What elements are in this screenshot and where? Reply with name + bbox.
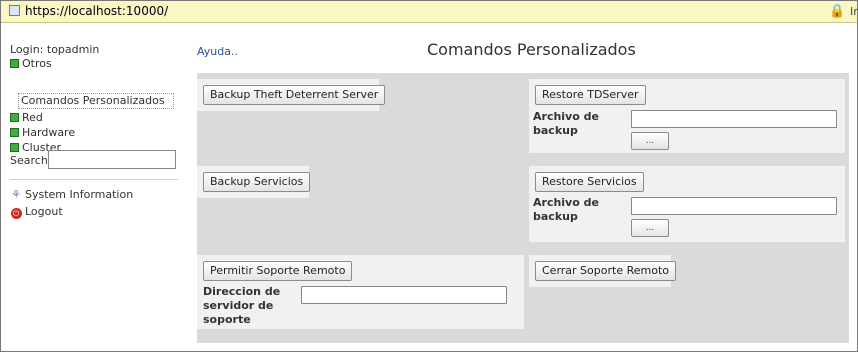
help-link[interactable]: Ayuda.. <box>197 45 238 58</box>
tree-item-label[interactable]: Red <box>22 111 43 124</box>
backup-servicios-button[interactable]: Backup Servicios <box>203 172 311 192</box>
sidebar-divider <box>10 179 178 180</box>
server-address-label: Direccion de servidor de soporte <box>203 285 281 326</box>
browse-button[interactable]: ... <box>631 219 669 237</box>
expand-toggle-icon[interactable] <box>10 113 19 122</box>
archivo-backup-input[interactable] <box>631 197 837 215</box>
logout-label[interactable]: Logout <box>25 205 63 218</box>
site-icon <box>9 5 20 16</box>
backup-servicios-panel: Backup Servicios <box>197 166 311 198</box>
login-text: Login: topadmin <box>10 43 100 56</box>
permitir-soporte-remoto-button[interactable]: Permitir Soporte Remoto <box>203 261 353 281</box>
tree-item-label[interactable]: Otros <box>22 57 52 70</box>
search-label: Search: <box>10 154 52 167</box>
lock-icon[interactable]: 🔒 <box>829 4 845 19</box>
search-input[interactable] <box>48 150 176 169</box>
archivo-backup-label: Archivo de backup <box>533 110 599 137</box>
archivo-backup-label: Archivo de backup <box>533 196 599 223</box>
archivo-backup-input[interactable] <box>631 110 837 128</box>
restore-servicios-button[interactable]: Restore Servicios <box>535 172 644 192</box>
logout-icon: ⏻ <box>10 205 22 219</box>
logout-link[interactable]: ⏻ Logout <box>10 205 63 219</box>
browse-button[interactable]: ... <box>631 132 669 150</box>
browser-window: https://localhost:10000/ 🔒 Ir Login: top… <box>0 0 858 352</box>
tree-item-label[interactable]: Hardware <box>22 126 75 139</box>
system-information-icon: ⚘ <box>11 188 21 201</box>
expand-toggle-icon[interactable] <box>10 59 19 68</box>
url-text[interactable]: https://localhost:10000/ <box>25 4 168 18</box>
system-information-link[interactable]: ⚘ System Information <box>10 188 133 201</box>
system-information-label[interactable]: System Information <box>25 188 133 201</box>
expand-toggle-icon[interactable] <box>10 143 19 152</box>
tree-item-hardware[interactable]: Hardware <box>10 126 75 140</box>
cerrar-soporte-remoto-button[interactable]: Cerrar Soporte Remoto <box>535 261 676 281</box>
backup-theft-deterrent-server-button[interactable]: Backup Theft Deterrent Server <box>203 85 386 105</box>
restore-servicios-panel: Restore Servicios Archivo de backup ... <box>529 166 845 242</box>
toolbar-cut-text: Ir <box>850 5 858 18</box>
restore-tdserver-button[interactable]: Restore TDServer <box>535 85 646 105</box>
sidebar: Login: topadmin Otros Comandos Personali… <box>10 23 178 349</box>
commands-area: Backup Theft Deterrent Server Restore TD… <box>197 73 849 343</box>
page-title: Comandos Personalizados <box>427 40 636 59</box>
server-address-input[interactable] <box>301 286 507 304</box>
backup-tds-panel: Backup Theft Deterrent Server <box>197 79 386 111</box>
search-row: Search: <box>10 150 176 169</box>
restore-tds-panel: Restore TDServer Archivo de backup ... <box>529 79 845 153</box>
remote-support-panel: Permitir Soporte Remoto Direccion de ser… <box>197 255 524 329</box>
expand-toggle-icon[interactable] <box>10 128 19 137</box>
tree-item-otros[interactable]: Otros <box>10 57 52 71</box>
tree-item-comandos-personalizados[interactable]: Comandos Personalizados <box>18 93 174 109</box>
address-bar[interactable]: https://localhost:10000/ 🔒 Ir <box>1 1 858 23</box>
tree-item-red[interactable]: Red <box>10 111 43 125</box>
close-remote-panel: Cerrar Soporte Remoto <box>529 255 676 287</box>
